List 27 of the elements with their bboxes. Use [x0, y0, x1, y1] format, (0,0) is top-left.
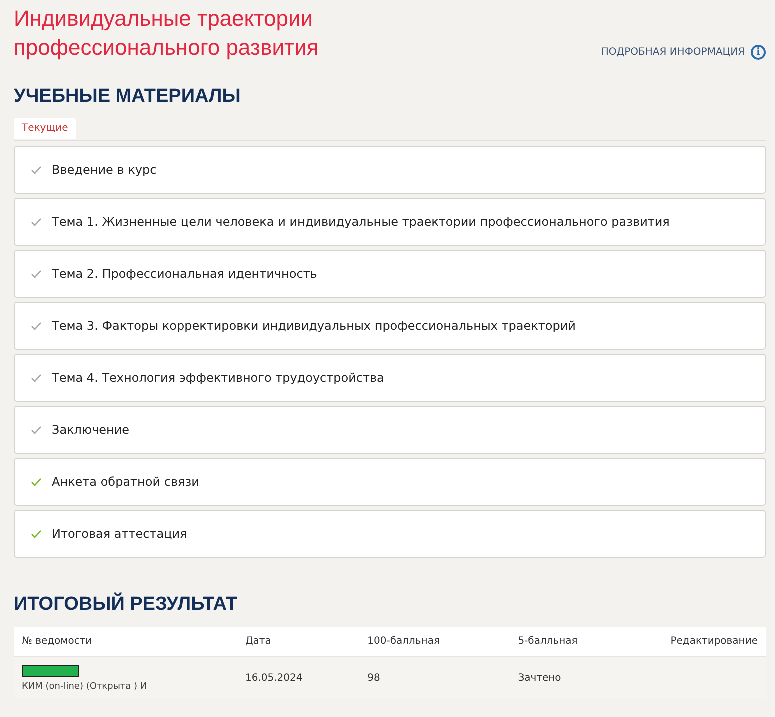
section-heading: ИТОГОВЫЙ РЕЗУЛЬТАТ [14, 594, 239, 616]
item-title: Заключение [52, 423, 130, 437]
info-icon[interactable]: i [751, 45, 766, 60]
course-item[interactable]: Анкета обратной связи [14, 458, 766, 506]
table-cell: Зачтено [518, 673, 562, 684]
item-title: Введение в курс [52, 163, 157, 177]
item-title: Тема 3. Факторы корректировки индивидуальных профессиональных траекторий [52, 319, 576, 333]
course-item[interactable]: Итоговая аттестация [14, 510, 766, 558]
course-item[interactable]: Тема 2. Профессиональная идентичность [14, 250, 766, 298]
page-title: Индивидуальные траектории профессионального развития [14, 5, 320, 62]
item-title: Итоговая аттестация [52, 527, 188, 541]
info-link[interactable]: ПОДРОБНАЯ ИНФОРМАЦИЯ [601, 47, 745, 58]
course-item[interactable]: Введение в курс [14, 146, 766, 194]
item-title: Тема 4. Технология эффективного трудоустройства [52, 371, 384, 385]
item-title: Тема 1. Жизненные цели человека и индивидуальные траектории профессионального развития [52, 215, 670, 229]
table-cell: 16.05.2024 [245, 673, 303, 684]
item-title: Тема 2. Профессиональная идентичность [52, 267, 318, 281]
item-title: Анкета обратной связи [52, 475, 200, 489]
course-item[interactable]: Тема 3. Факторы корректировки индивидуальных профессиональных траекторий [14, 302, 766, 350]
course-item[interactable]: Заключение [14, 406, 766, 454]
tab[interactable]: Текущие [14, 118, 76, 139]
table-cell: 98 [368, 673, 380, 684]
course-item[interactable]: Тема 1. Жизненные цели человека и индивидуальные траектории профессионального развития [14, 198, 766, 246]
course-item[interactable]: Тема 4. Технология эффективного трудоустройства [14, 354, 766, 402]
status-marker [22, 665, 79, 677]
table-cell: КИМ (on-line) (Открыта ) И [22, 682, 148, 692]
section-heading: УЧЕБНЫЕ МАТЕРИАЛЫ [14, 86, 242, 108]
